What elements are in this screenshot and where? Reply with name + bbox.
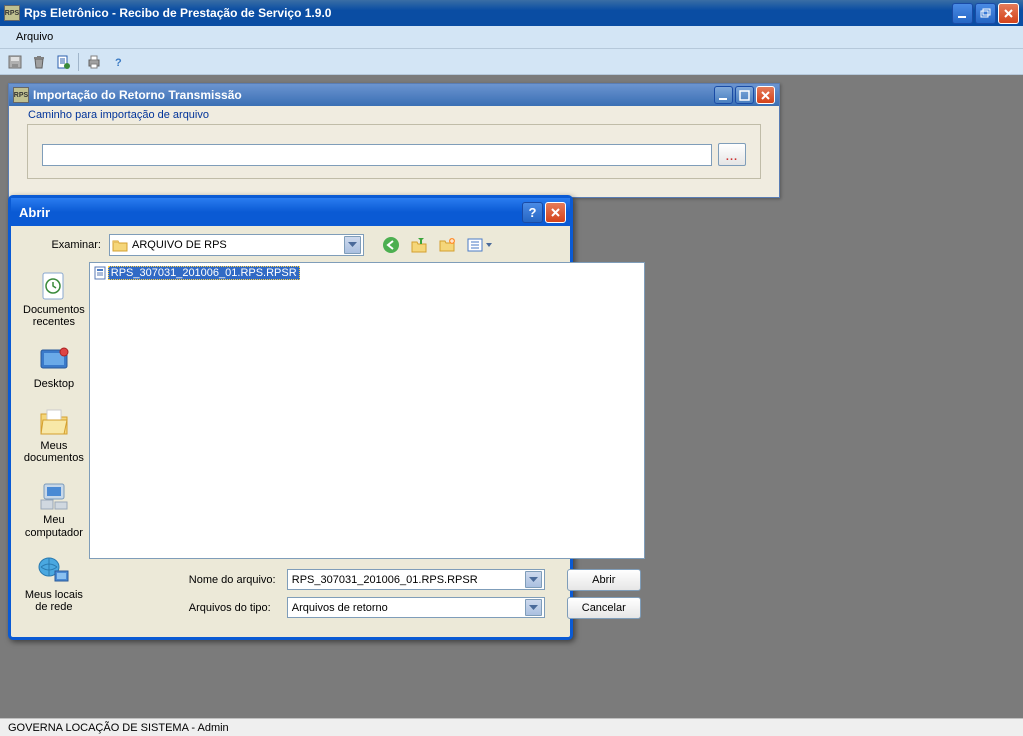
mydocs-icon	[37, 406, 71, 438]
place-recent-label: Documentos recentes	[23, 304, 85, 328]
minimize-button[interactable]	[952, 3, 973, 24]
import-path-input[interactable]	[42, 144, 712, 166]
browse-button[interactable]: ...	[718, 143, 746, 166]
cancel-button[interactable]: Cancelar	[567, 597, 641, 619]
computer-icon	[37, 480, 71, 512]
file-name: RPS_307031_201006_01.RPS.RPSR	[108, 266, 300, 280]
open-close-button[interactable]	[545, 202, 566, 223]
network-icon	[37, 555, 71, 587]
file-icon	[92, 265, 108, 281]
import-window: RPS Importação do Retorno Transmissão Ca…	[8, 83, 780, 198]
toolbar-save-button[interactable]	[4, 51, 26, 73]
look-in-combo[interactable]: ARQUIVO DE RPS	[109, 234, 364, 256]
import-legend: Caminho para importação de arquivo	[28, 109, 209, 121]
nav-newfolder-button[interactable]	[436, 234, 458, 256]
combo-dropdown-icon[interactable]	[344, 236, 361, 254]
statusbar: GOVERNA LOCAÇÃO DE SISTEMA - Admin	[0, 718, 1023, 736]
desktop-icon	[37, 344, 71, 376]
toolbar-separator	[78, 53, 79, 71]
import-icon: RPS	[13, 87, 29, 103]
toolbar-print-button[interactable]	[83, 51, 105, 73]
main-title: Rps Eletrônico - Recibo de Prestação de …	[24, 6, 952, 20]
open-dialog: Abrir ? Examinar: ARQUIVO DE RPS	[8, 195, 573, 640]
toolbar-delete-button[interactable]	[28, 51, 50, 73]
import-maximize-button[interactable]	[735, 86, 754, 104]
place-desktop[interactable]: Desktop	[21, 340, 87, 394]
open-dialog-title: Abrir	[15, 205, 522, 220]
place-mycomputer-label: Meu computador	[23, 514, 85, 538]
place-recent[interactable]: Documentos recentes	[21, 266, 87, 332]
place-desktop-label: Desktop	[34, 378, 74, 390]
import-close-button[interactable]	[756, 86, 775, 104]
filetype-value: Arquivos de retorno	[290, 602, 525, 614]
restore-button[interactable]	[975, 3, 996, 24]
look-in-value: ARQUIVO DE RPS	[132, 239, 344, 251]
folder-icon	[112, 238, 128, 252]
menu-arquivo[interactable]: Arquivo	[8, 28, 61, 46]
menubar: Arquivo	[0, 26, 1023, 49]
filename-dropdown-icon[interactable]	[525, 571, 542, 588]
nav-up-button[interactable]	[408, 234, 430, 256]
place-mydocs-label: Meus documentos	[23, 440, 85, 464]
svg-text:?: ?	[115, 57, 122, 69]
filename-value: RPS_307031_201006_01.RPS.RPSR	[290, 574, 525, 586]
help-button[interactable]: ?	[522, 202, 543, 223]
import-titlebar: RPS Importação do Retorno Transmissão	[9, 84, 779, 106]
toolbar: ?	[0, 49, 1023, 75]
filetype-dropdown-icon[interactable]	[525, 599, 542, 616]
recent-docs-icon	[37, 270, 71, 302]
close-button[interactable]	[998, 3, 1019, 24]
filename-combo[interactable]: RPS_307031_201006_01.RPS.RPSR	[287, 569, 545, 590]
nav-views-button[interactable]	[464, 234, 496, 256]
place-network-label: Meus locais de rede	[23, 589, 85, 613]
place-mycomputer[interactable]: Meu computador	[21, 476, 87, 542]
file-item[interactable]: RPS_307031_201006_01.RPS.RPSR	[92, 265, 642, 281]
main-titlebar: RPS Rps Eletrônico - Recibo de Prestação…	[0, 0, 1023, 26]
toolbar-refresh-button[interactable]	[52, 51, 74, 73]
toolbar-help-button[interactable]: ?	[107, 51, 129, 73]
look-in-label: Examinar:	[43, 239, 105, 251]
places-bar: Documentos recentes Desktop Meus documen…	[19, 262, 89, 629]
open-button[interactable]: Abrir	[567, 569, 641, 591]
content-area: RPS Importação do Retorno Transmissão Ca…	[0, 75, 1023, 718]
app-icon: RPS	[4, 5, 20, 21]
place-mydocs[interactable]: Meus documentos	[21, 402, 87, 468]
open-titlebar: Abrir ?	[11, 198, 570, 226]
filename-label: Nome do arquivo:	[189, 574, 283, 586]
filetype-label: Arquivos do tipo:	[189, 602, 283, 614]
file-list[interactable]: RPS_307031_201006_01.RPS.RPSR	[89, 262, 645, 559]
nav-back-button[interactable]	[380, 234, 402, 256]
statusbar-text: GOVERNA LOCAÇÃO DE SISTEMA - Admin	[8, 722, 229, 734]
place-network[interactable]: Meus locais de rede	[21, 551, 87, 617]
import-title: Importação do Retorno Transmissão	[33, 88, 714, 102]
import-minimize-button[interactable]	[714, 86, 733, 104]
filetype-combo[interactable]: Arquivos de retorno	[287, 597, 545, 618]
